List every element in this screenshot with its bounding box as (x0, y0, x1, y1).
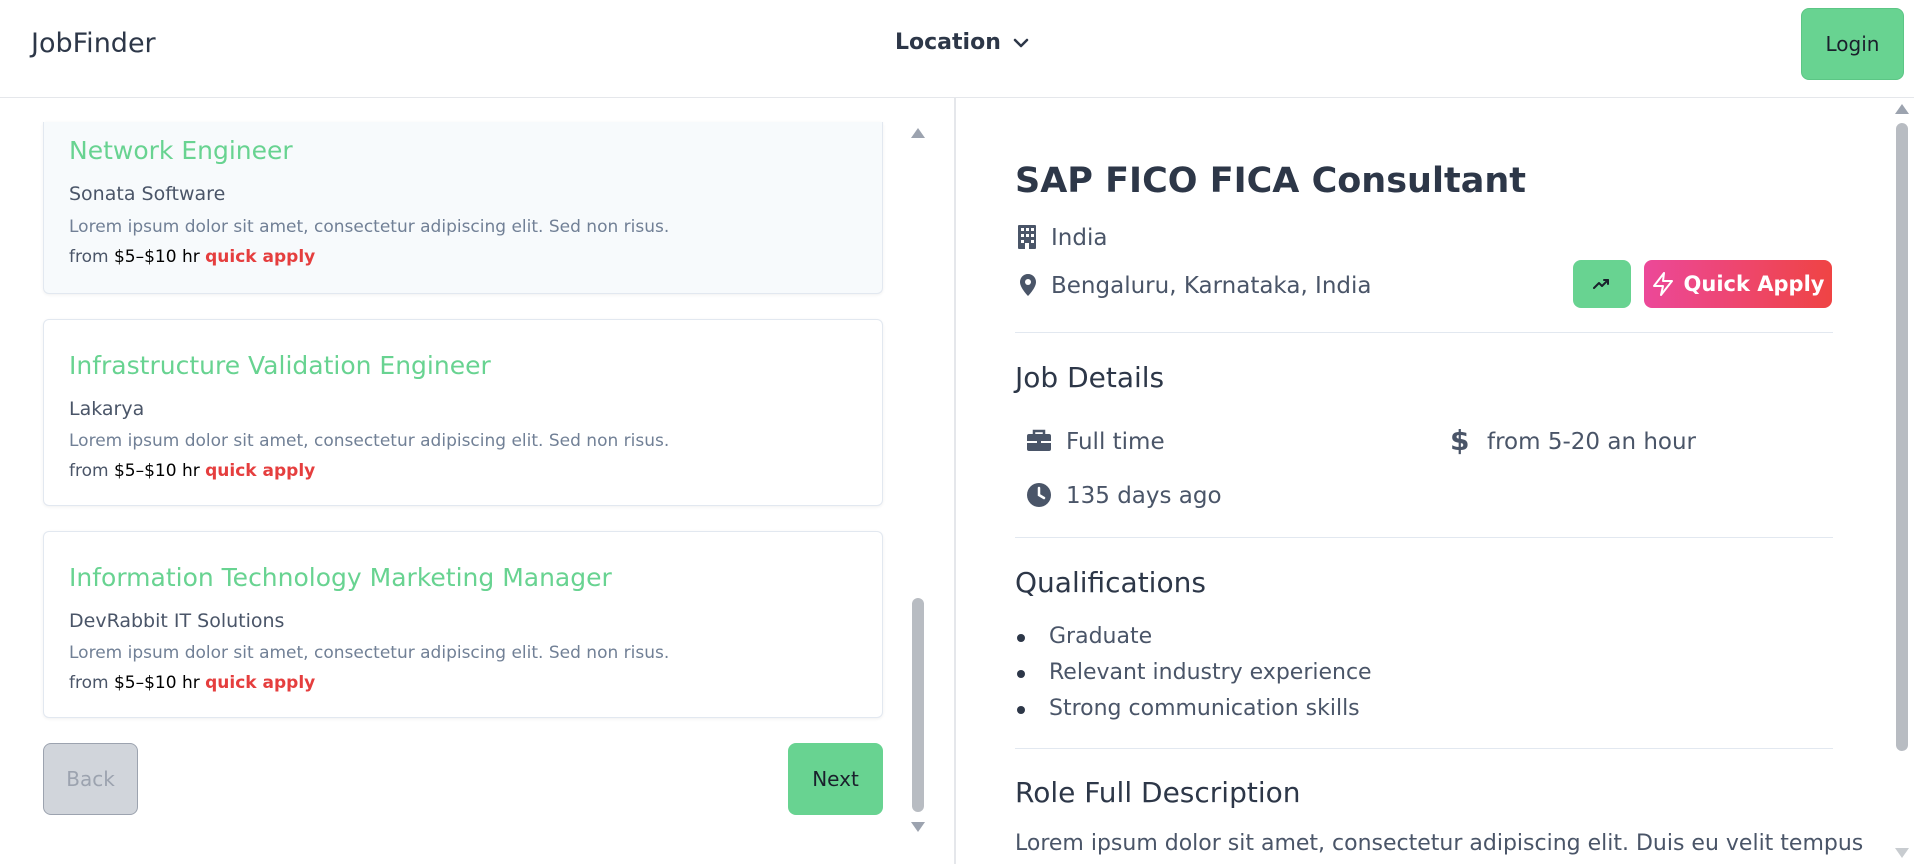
login-button[interactable]: Login (1801, 8, 1904, 80)
list-item: Strong communication skills (1015, 691, 1372, 727)
scrollbar-thumb[interactable] (912, 598, 924, 812)
posted-time: 135 days ago (1066, 483, 1222, 509)
quick-apply-link[interactable]: quick apply (205, 247, 315, 267)
chevron-down-icon (1013, 38, 1029, 47)
quick-apply-label: Quick Apply (1683, 272, 1825, 296)
job-card-salary: $5–$10 hr (113, 461, 200, 481)
divider (1015, 332, 1833, 333)
clock-icon (1027, 483, 1051, 507)
divider (1015, 748, 1833, 749)
job-detail-panel: SAP FICO FICA Consultant India Bengaluru… (956, 99, 1914, 864)
top-navbar: JobFinder Location Login (0, 0, 1914, 98)
scrollbar-thumb[interactable] (1896, 123, 1908, 751)
job-card-salary: $5–$10 hr (113, 247, 200, 267)
job-details-heading: Job Details (1015, 361, 1165, 394)
job-card-company: Sonata Software (69, 183, 226, 205)
job-card-meta: from $5–$10 hr quick apply (69, 247, 315, 267)
location-dropdown-label: Location (895, 30, 1001, 55)
detail-scrollbar[interactable] (1890, 99, 1914, 864)
dollar-icon: $ (1450, 424, 1470, 457)
from-label: from (69, 461, 109, 481)
from-label: from (69, 673, 109, 693)
quick-apply-link[interactable]: quick apply (205, 673, 315, 693)
job-card[interactable]: Network Engineer Sonata Software Lorem i… (43, 122, 883, 294)
quick-apply-button[interactable]: Quick Apply (1644, 260, 1832, 308)
scroll-down-arrow-icon[interactable] (911, 822, 925, 832)
job-card-title[interactable]: Network Engineer (69, 136, 293, 165)
job-card-meta: from $5–$10 hr quick apply (69, 673, 315, 693)
job-card[interactable]: Infrastructure Validation Engineer Lakar… (43, 319, 883, 506)
job-list-scrollbar[interactable] (906, 120, 930, 840)
list-item: Graduate (1015, 619, 1372, 655)
trending-up-icon (1593, 279, 1609, 289)
job-card-salary: $5–$10 hr (113, 673, 200, 693)
job-card-description: Lorem ipsum dolor sit amet, consectetur … (69, 431, 670, 451)
location-dropdown[interactable]: Location (895, 30, 1031, 55)
job-detail-title: SAP FICO FICA Consultant (1015, 161, 1526, 201)
building-icon (1018, 225, 1036, 249)
trend-button[interactable] (1573, 260, 1631, 308)
brand-logo[interactable]: JobFinder (31, 28, 156, 59)
job-list-panel: Network Engineer Sonata Software Lorem i… (0, 99, 955, 864)
scroll-up-arrow-icon[interactable] (911, 128, 925, 138)
scroll-down-arrow-icon[interactable] (1895, 848, 1909, 858)
job-card-title[interactable]: Infrastructure Validation Engineer (69, 351, 491, 380)
from-label: from (69, 247, 109, 267)
next-button[interactable]: Next (788, 743, 883, 815)
job-card-company: Lakarya (69, 398, 145, 420)
job-detail-company: India (1051, 225, 1108, 251)
job-detail-location: Bengaluru, Karnataka, India (1051, 273, 1372, 299)
qualifications-list: Graduate Relevant industry experience St… (1015, 619, 1372, 727)
job-card-meta: from $5–$10 hr quick apply (69, 461, 315, 481)
map-pin-icon (1020, 274, 1036, 296)
job-card-title[interactable]: Information Technology Marketing Manager (69, 563, 612, 592)
briefcase-icon (1027, 429, 1051, 451)
divider (1015, 537, 1833, 538)
quick-apply-link[interactable]: quick apply (205, 461, 315, 481)
lightning-icon (1652, 272, 1673, 296)
scroll-up-arrow-icon[interactable] (1895, 104, 1909, 114)
role-description: Lorem ipsum dolor sit amet, consectetur … (1015, 831, 1864, 856)
list-item: Relevant industry experience (1015, 655, 1372, 691)
job-card[interactable]: Information Technology Marketing Manager… (43, 531, 883, 718)
job-card-description: Lorem ipsum dolor sit amet, consectetur … (69, 643, 670, 663)
qualifications-heading: Qualifications (1015, 566, 1206, 599)
description-heading: Role Full Description (1015, 776, 1301, 809)
job-card-description: Lorem ipsum dolor sit amet, consectetur … (69, 217, 670, 237)
job-type: Full time (1066, 429, 1165, 455)
job-pay: from 5-20 an hour (1487, 429, 1697, 455)
back-button[interactable]: Back (43, 743, 138, 815)
job-card-company: DevRabbit IT Solutions (69, 610, 285, 632)
